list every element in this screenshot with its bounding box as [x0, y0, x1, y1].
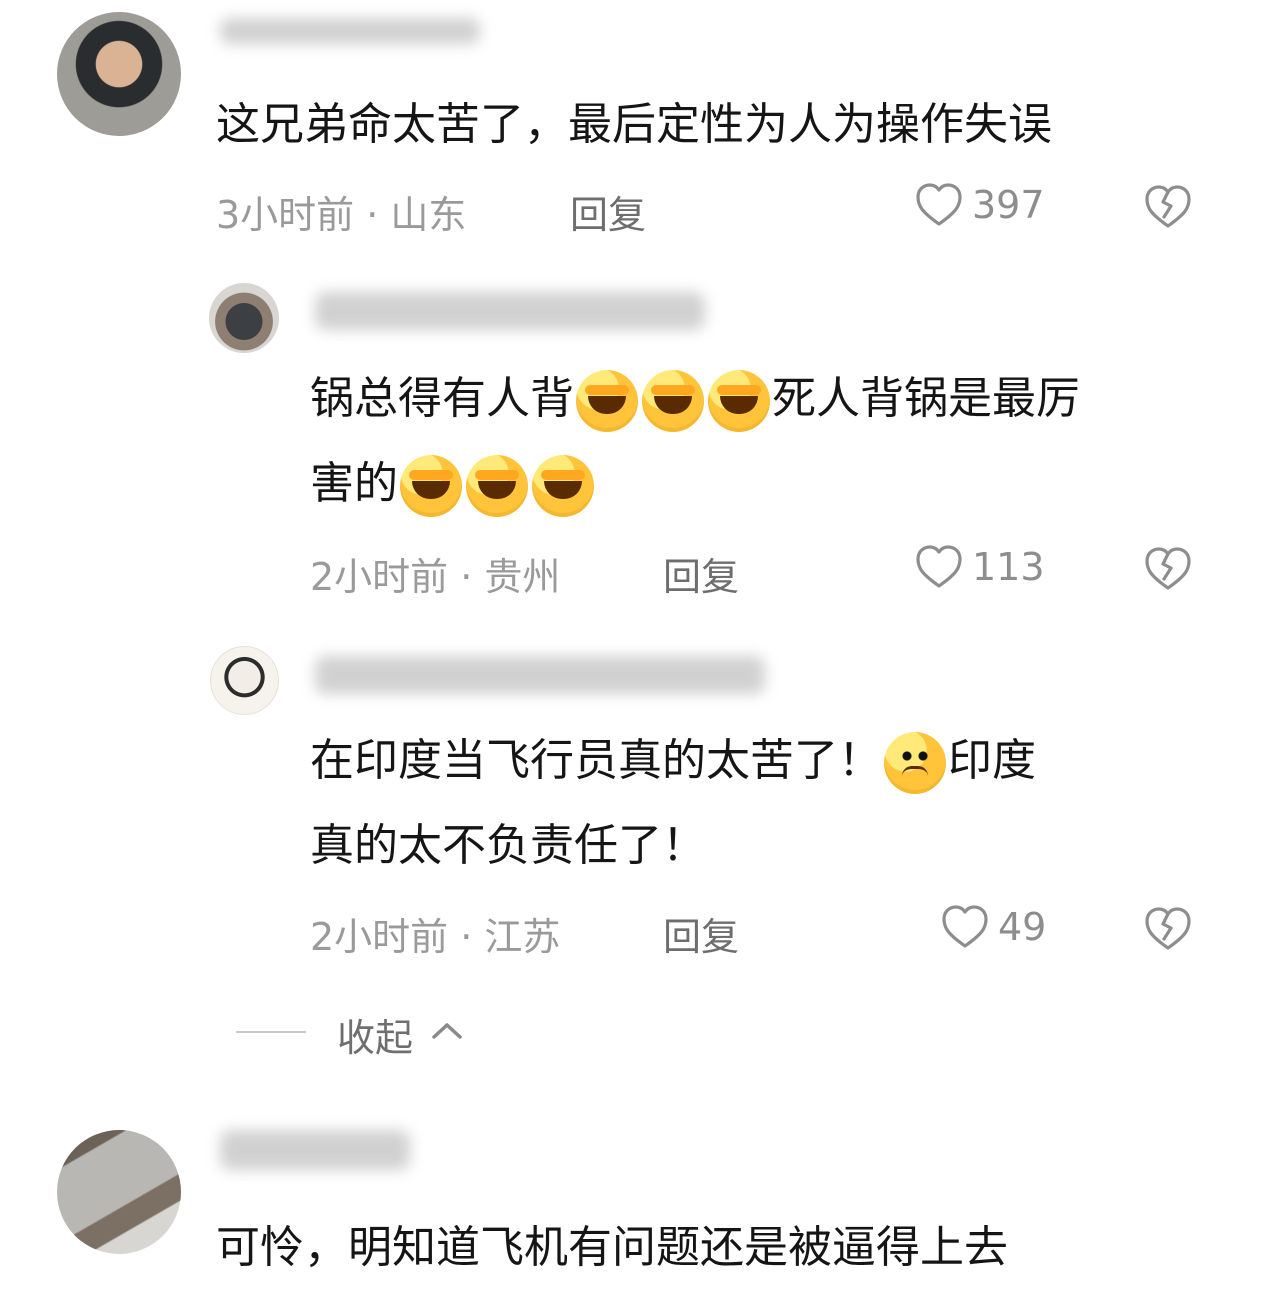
crying-laughing-emoji-icon — [400, 455, 462, 517]
collapse-label[interactable]: 收起 — [337, 1007, 413, 1062]
username-blur — [315, 292, 705, 330]
heart-icon — [942, 905, 988, 948]
comment-text-segment: 印度 — [948, 735, 1036, 786]
comment-text-line: 在印度当飞行员真的太苦了！ 印度 — [310, 718, 1036, 804]
crying-laughing-emoji-icon — [642, 370, 704, 432]
comment-text-line: 锅总得有人背 死人背锅是最厉 — [310, 356, 1080, 442]
avatar[interactable] — [210, 646, 279, 715]
crying-laughing-emoji-icon — [708, 370, 770, 432]
comment-meta: 2小时前 · 贵州 — [310, 555, 561, 599]
comment-text-line: 真的太不负责任了！ — [310, 820, 706, 871]
username-blur — [220, 18, 480, 44]
comment-text: 可怜，明知道飞机有问题还是被逼得上去 — [216, 1222, 1008, 1273]
chevron-up-icon[interactable] — [430, 1019, 464, 1041]
broken-heart-icon[interactable] — [1143, 906, 1193, 952]
reply-button[interactable]: 回复 — [663, 906, 739, 961]
comment-text: 这兄弟命太苦了，最后定性为人为操作失误 — [216, 99, 1052, 150]
username-blur — [315, 656, 765, 694]
like-button[interactable]: 397 — [914, 182, 1045, 228]
like-button[interactable]: 113 — [914, 544, 1045, 590]
heart-icon — [916, 183, 962, 226]
comment-text-segment: 锅总得有人背 — [310, 373, 574, 424]
avatar[interactable] — [57, 12, 181, 136]
crying-laughing-emoji-icon — [466, 455, 528, 517]
comment-text-segment: 死人背锅是最厉 — [772, 373, 1080, 424]
comment-meta: 2小时前 · 江苏 — [310, 915, 561, 959]
comment-text-segment: 在印度当飞行员真的太苦了！ — [310, 735, 882, 786]
broken-heart-icon[interactable] — [1143, 184, 1193, 230]
collapse-divider — [236, 1031, 306, 1033]
crying-laughing-emoji-icon — [532, 455, 594, 517]
watermark-overlay — [1060, 1230, 1250, 1272]
avatar[interactable] — [57, 1130, 181, 1254]
like-button[interactable]: 49 — [940, 904, 1046, 950]
reply-button[interactable]: 回复 — [663, 546, 739, 601]
like-count: 49 — [998, 905, 1047, 949]
comment-text-segment: 害的 — [310, 458, 398, 509]
like-count: 113 — [972, 545, 1045, 589]
crying-emoji-icon — [884, 732, 946, 794]
reply-button[interactable]: 回复 — [570, 184, 646, 239]
broken-heart-icon[interactable] — [1143, 546, 1193, 592]
like-count: 397 — [972, 183, 1045, 227]
crying-laughing-emoji-icon — [576, 370, 638, 432]
heart-icon — [916, 545, 962, 588]
comment-text-line: 害的 — [310, 441, 596, 527]
username-blur — [220, 1130, 410, 1170]
avatar[interactable] — [209, 283, 279, 353]
comment-meta: 3小时前 · 山东 — [216, 193, 467, 237]
